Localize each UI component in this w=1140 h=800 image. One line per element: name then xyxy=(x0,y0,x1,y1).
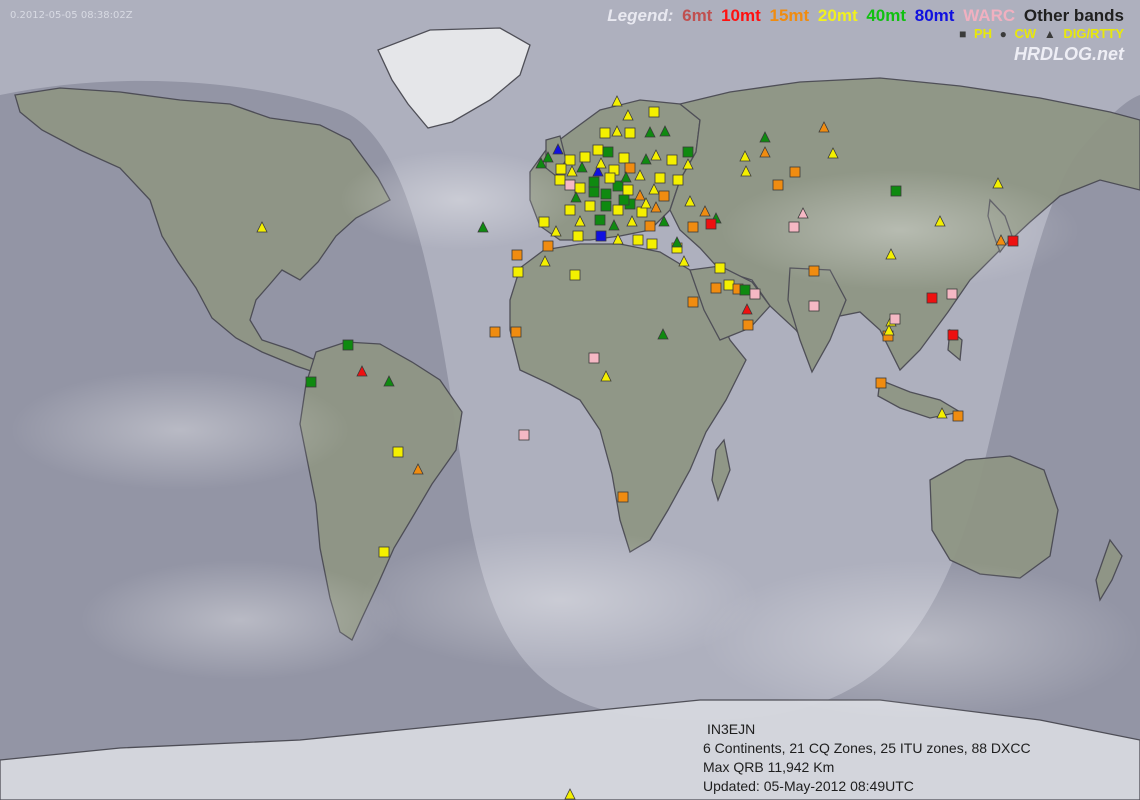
qso-marker xyxy=(705,218,717,230)
qso-marker xyxy=(875,377,887,389)
qso-marker xyxy=(926,292,938,304)
legend-mode-dig: DIG/RTTY xyxy=(1063,26,1124,41)
legend-band-10mt: 10mt xyxy=(721,6,761,25)
square-icon: ■ xyxy=(959,27,967,41)
qso-marker xyxy=(644,220,656,232)
qso-marker xyxy=(618,194,630,206)
qso-marker xyxy=(714,262,726,274)
qso-marker xyxy=(710,282,722,294)
world-map: 0.2012-05-05 08:38:02Z Legend: 6mt 10mt … xyxy=(0,0,1140,800)
qso-marker xyxy=(772,179,784,191)
qso-marker xyxy=(378,546,390,558)
legend-mode-cw: CW xyxy=(1014,26,1037,41)
qso-marker xyxy=(789,166,801,178)
qso-marker xyxy=(749,288,761,300)
qso-marker xyxy=(723,279,735,291)
qso-marker xyxy=(622,184,634,196)
qso-marker xyxy=(600,200,612,212)
qso-marker xyxy=(808,300,820,312)
qso-marker xyxy=(569,269,581,281)
qso-marker xyxy=(342,339,354,351)
qso-marker xyxy=(687,221,699,233)
qso-marker xyxy=(512,266,524,278)
qso-marker xyxy=(672,174,684,186)
legend-band-40mt: 40mt xyxy=(866,6,907,25)
qso-marker xyxy=(489,326,501,338)
info-panel: IN3EJN 6 Continents, 21 CQ Zones, 25 ITU… xyxy=(703,720,1031,796)
qso-marker xyxy=(687,296,699,308)
qso-marker xyxy=(788,221,800,233)
qso-marker xyxy=(624,162,636,174)
triangle-icon: ▲ xyxy=(1043,27,1056,41)
legend: Legend: 6mt 10mt 15mt 20mt 40mt 80mt WAR… xyxy=(603,6,1124,42)
max-qrb: Max QRB 11,942 Km xyxy=(703,759,835,775)
qso-marker xyxy=(600,188,612,200)
qso-marker xyxy=(572,230,584,242)
map-timestamp: 0.2012-05-05 08:38:02Z xyxy=(10,10,133,21)
qso-marker xyxy=(510,326,522,338)
updated-time: Updated: 05-May-2012 08:49UTC xyxy=(703,778,914,794)
qso-marker xyxy=(564,179,576,191)
qso-marker xyxy=(595,230,607,242)
legend-band-20mt: 20mt xyxy=(817,6,858,25)
qso-marker xyxy=(584,200,596,212)
qso-marker xyxy=(579,151,591,163)
qso-marker xyxy=(632,234,644,246)
qso-marker xyxy=(392,446,404,458)
legend-band-warc: WARC xyxy=(963,6,1016,25)
qso-marker xyxy=(588,176,600,188)
qso-marker xyxy=(592,144,604,156)
qso-marker xyxy=(739,284,751,296)
legend-mode-ph: PH xyxy=(973,26,993,41)
circle-icon: ● xyxy=(999,27,1007,41)
qso-marker xyxy=(305,376,317,388)
legend-modes: ■ PH ● CW ▲ DIG/RTTY xyxy=(603,26,1124,42)
legend-band-80mt: 80mt xyxy=(914,6,955,25)
qso-marker xyxy=(742,319,754,331)
legend-title: Legend: xyxy=(607,6,674,25)
qso-marker xyxy=(574,182,586,194)
qso-marker xyxy=(808,265,820,277)
callsign: IN3EJN xyxy=(707,721,756,737)
stats-line: 6 Continents, 21 CQ Zones, 25 ITU zones,… xyxy=(703,740,1031,756)
qso-marker xyxy=(602,146,614,158)
legend-band-other: Other bands xyxy=(1023,6,1124,25)
qso-marker xyxy=(952,410,964,422)
qso-marker xyxy=(646,238,658,250)
legend-band-15mt: 15mt xyxy=(769,6,810,25)
qso-marker xyxy=(654,172,666,184)
qso-marker xyxy=(947,329,959,341)
qso-marker xyxy=(890,185,902,197)
qso-marker xyxy=(588,352,600,364)
qso-marker xyxy=(538,216,550,228)
qso-marker xyxy=(588,186,600,198)
qso-marker xyxy=(624,127,636,139)
qso-marker xyxy=(564,204,576,216)
qso-marker xyxy=(511,249,523,261)
qso-marker xyxy=(636,206,648,218)
legend-band-6mt: 6mt xyxy=(682,6,713,25)
qso-marker xyxy=(1007,235,1019,247)
qso-marker xyxy=(518,429,530,441)
brand-logo: HRDLOG.net xyxy=(1014,44,1124,64)
qso-marker xyxy=(612,204,624,216)
qso-marker xyxy=(658,190,670,202)
qso-marker xyxy=(555,163,567,175)
qso-marker xyxy=(618,152,630,164)
qso-marker xyxy=(666,154,678,166)
qso-marker xyxy=(946,288,958,300)
qso-marker xyxy=(594,214,606,226)
qso-marker xyxy=(682,146,694,158)
qso-marker xyxy=(554,174,566,186)
qso-marker xyxy=(604,172,616,184)
qso-marker xyxy=(617,491,629,503)
qso-marker xyxy=(889,313,901,325)
legend-bands: Legend: 6mt 10mt 15mt 20mt 40mt 80mt WAR… xyxy=(603,6,1124,26)
qso-marker xyxy=(564,154,576,166)
qso-marker xyxy=(648,106,660,118)
qso-marker xyxy=(599,127,611,139)
qso-marker xyxy=(542,240,554,252)
map-canvas xyxy=(0,0,1140,800)
